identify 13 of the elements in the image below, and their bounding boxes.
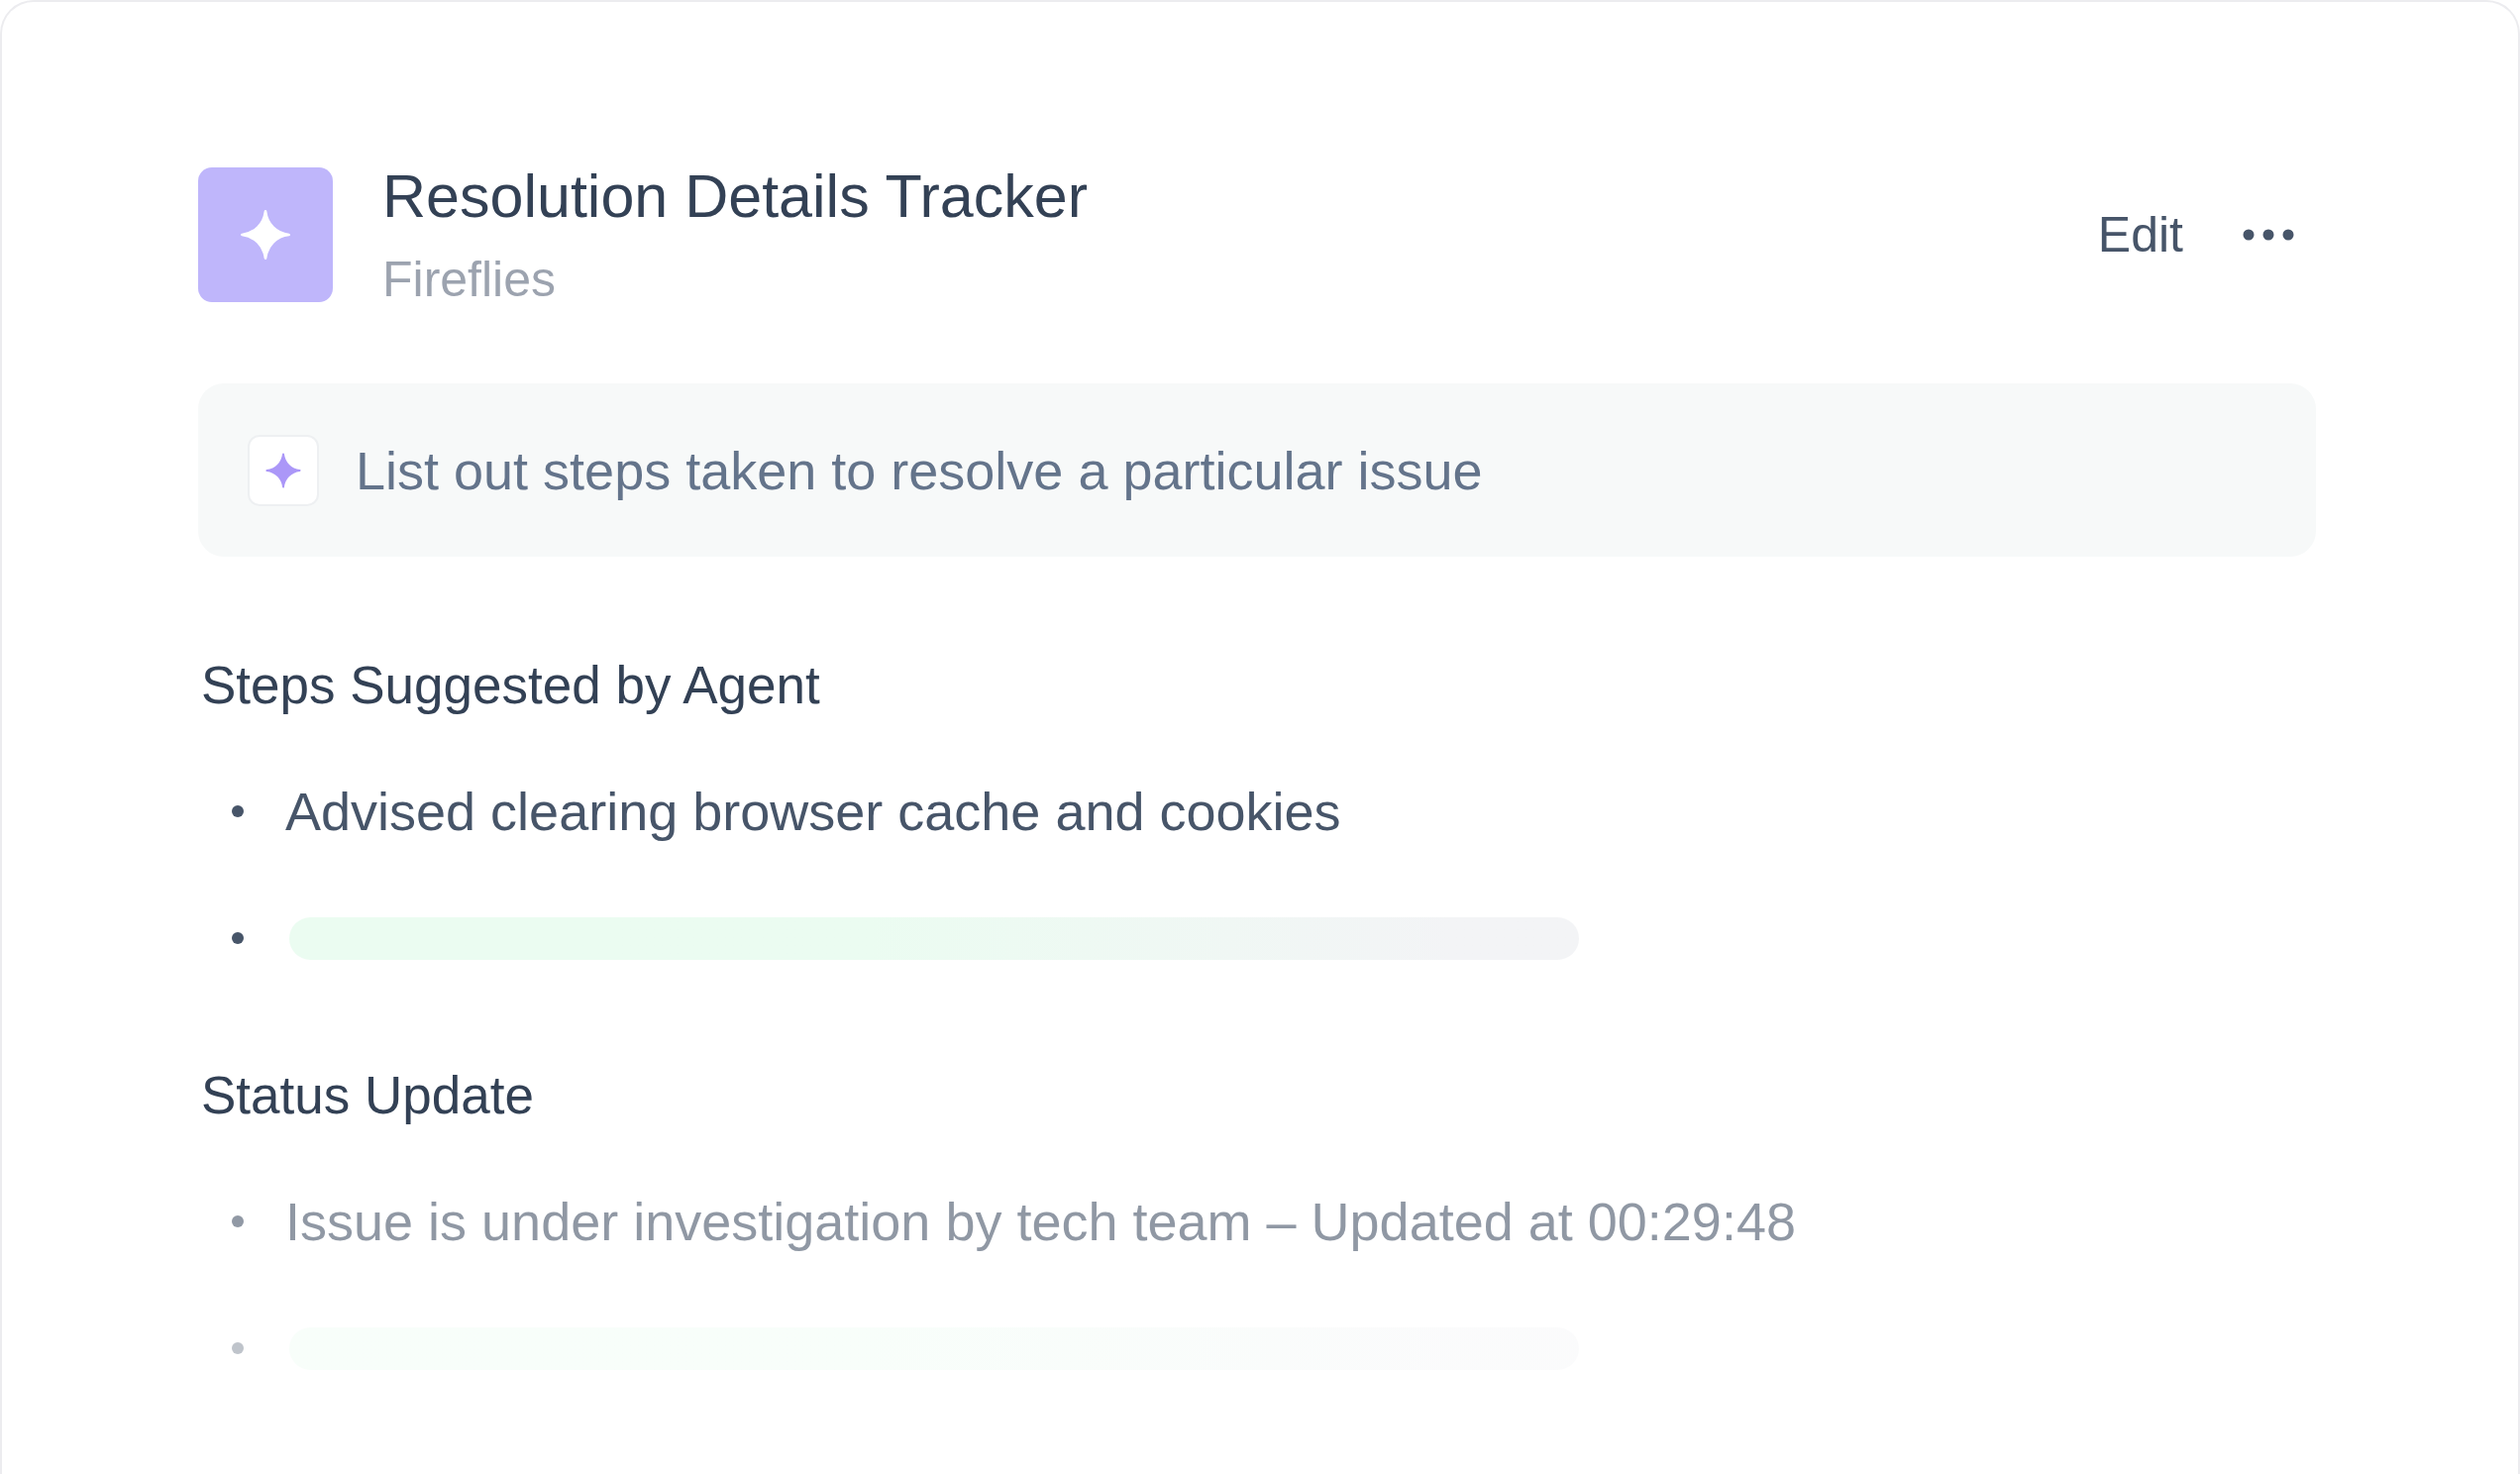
sparkle-icon bbox=[198, 167, 333, 302]
list-item-text: Advised clearing browser cache and cookies bbox=[285, 781, 1341, 843]
bullet-icon bbox=[232, 932, 244, 944]
prompt-text: List out steps taken to resolve a particular issue bbox=[356, 439, 1483, 502]
edit-button[interactable]: Edit bbox=[2091, 205, 2189, 264]
section-heading: Status Update bbox=[201, 1065, 534, 1126]
sparkle-icon bbox=[248, 434, 319, 506]
source-label: Fireflies bbox=[382, 251, 557, 309]
bullet-icon bbox=[232, 805, 244, 817]
more-icon[interactable] bbox=[2243, 229, 2294, 241]
list-item-text: Issue is under investigation by tech team – Updated at 00:29:48 bbox=[285, 1191, 1796, 1253]
section-heading: Steps Suggested by Agent bbox=[201, 655, 820, 716]
tracker-title: Resolution Details Tracker bbox=[382, 161, 1088, 232]
